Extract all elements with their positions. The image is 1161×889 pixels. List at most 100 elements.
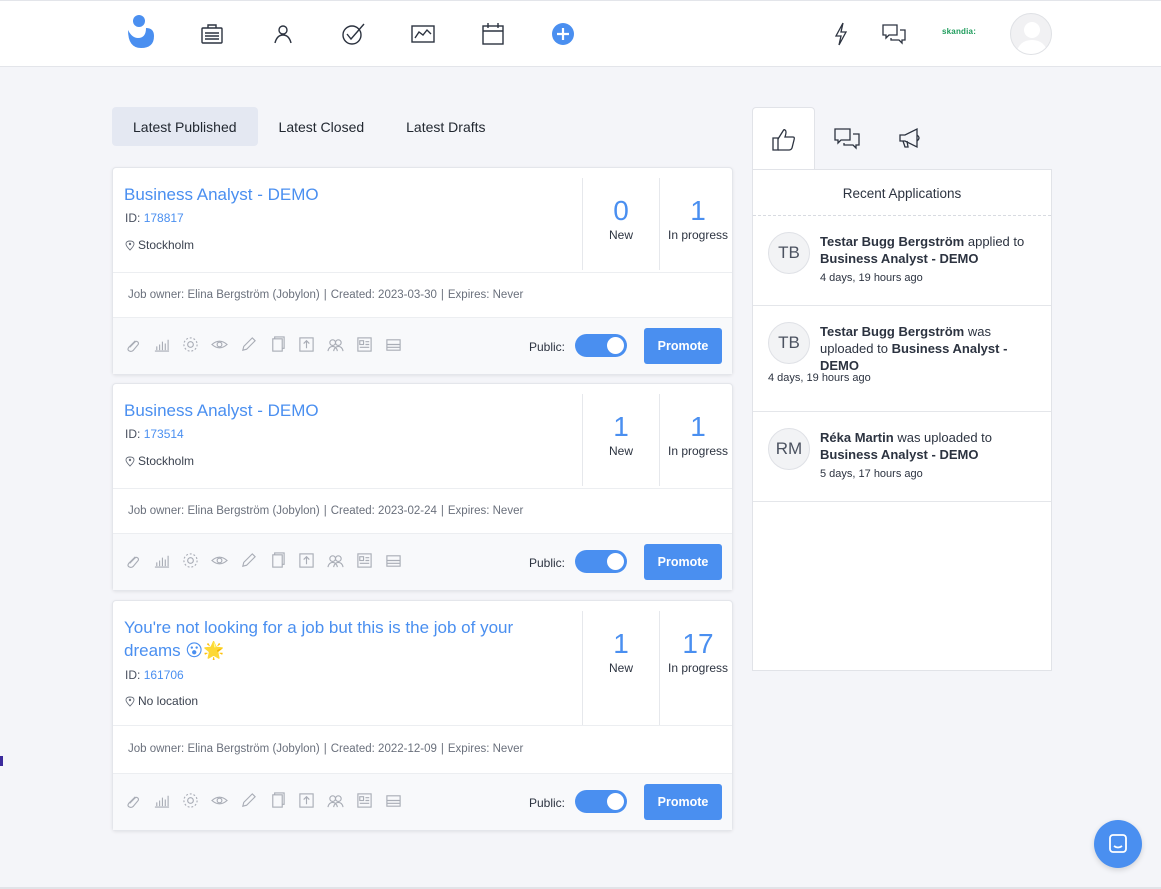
settings-icon[interactable] <box>181 551 199 569</box>
plus-circle-icon[interactable] <box>548 19 578 49</box>
application-item[interactable]: RM Réka Martin was uploaded to Business … <box>753 412 1051 502</box>
new-applicants-stat[interactable]: 1 New <box>582 394 659 486</box>
new-count: 1 <box>613 411 629 442</box>
paperclip-icon[interactable] <box>123 335 141 353</box>
document-icon[interactable] <box>355 335 373 353</box>
copy-icon[interactable] <box>268 335 286 353</box>
eye-icon[interactable] <box>210 551 228 569</box>
company-brand[interactable]: skandia: <box>942 27 976 36</box>
pencil-icon[interactable] <box>239 791 257 809</box>
copy-icon[interactable] <box>268 551 286 569</box>
job-location-text: No location <box>138 694 199 708</box>
thumbs-up-icon[interactable] <box>752 107 815 171</box>
eye-icon[interactable] <box>210 791 228 809</box>
job-title[interactable]: Business Analyst - DEMO <box>124 183 564 206</box>
settings-icon[interactable] <box>181 335 199 353</box>
document-icon[interactable] <box>355 791 373 809</box>
applicant-avatar[interactable]: TB <box>768 232 810 274</box>
job-card: Business Analyst - DEMO ID: 173514 Stock… <box>112 383 733 591</box>
application-time: 5 days, 17 hours ago <box>820 468 923 480</box>
tab-latest-drafts[interactable]: Latest Drafts <box>385 107 506 146</box>
logo-icon[interactable] <box>124 14 156 50</box>
users-icon[interactable] <box>326 791 344 809</box>
job-meta: Job owner: Elina Bergström (Jobylon) | Cre… <box>113 725 732 773</box>
job-id-value[interactable]: 178817 <box>144 211 184 225</box>
users-icon[interactable] <box>326 335 344 353</box>
inbox-icon[interactable] <box>384 551 402 569</box>
users-icon[interactable] <box>326 551 344 569</box>
profile-avatar[interactable] <box>1010 13 1052 55</box>
applicant-name[interactable]: Testar Bugg Bergström <box>820 234 964 249</box>
promote-button[interactable]: Promote <box>644 544 722 580</box>
applicant-avatar[interactable]: TB <box>768 322 810 364</box>
tab-latest-closed[interactable]: Latest Closed <box>258 107 386 146</box>
application-item[interactable]: TB Testar Bugg Bergström was uploaded to… <box>753 306 1051 412</box>
public-label: Public: <box>529 796 566 810</box>
applicant-name[interactable]: Réka Martin <box>820 430 894 445</box>
tab-latest-published[interactable]: Latest Published <box>112 107 258 146</box>
inbox-icon[interactable] <box>384 791 402 809</box>
in-progress-stat[interactable]: 1 In progress <box>659 394 736 486</box>
in-progress-count: 1 <box>690 411 706 442</box>
application-text: Réka Martin was uploaded to Business Ana… <box>820 429 1038 463</box>
public-toggle[interactable] <box>575 790 627 813</box>
job-title[interactable]: You're not looking for a job but this is… <box>124 616 564 662</box>
application-job[interactable]: Business Analyst - DEMO <box>820 251 978 266</box>
job-actions: Public: Promote <box>113 773 732 830</box>
public-toggle[interactable] <box>575 550 627 573</box>
job-location: Stockholm <box>125 238 194 252</box>
copy-icon[interactable] <box>268 791 286 809</box>
job-id: ID: 173514 <box>125 427 184 441</box>
check-icon[interactable] <box>338 19 368 49</box>
job-created: Created: 2023-03-30 <box>330 289 437 301</box>
new-label: New <box>608 228 633 242</box>
bar-chart-icon[interactable] <box>152 791 170 809</box>
pencil-icon[interactable] <box>239 335 257 353</box>
upload-icon[interactable] <box>297 551 315 569</box>
job-card: You're not looking for a job but this is… <box>112 600 733 831</box>
calendar-icon[interactable] <box>478 19 508 49</box>
edge-marker <box>0 756 3 766</box>
chat-icon[interactable] <box>815 107 878 170</box>
applicant-name[interactable]: Testar Bugg Bergström <box>820 324 964 339</box>
settings-icon[interactable] <box>181 791 199 809</box>
new-applicants-stat[interactable]: 0 New <box>582 178 659 270</box>
bar-chart-icon[interactable] <box>152 551 170 569</box>
document-icon[interactable] <box>355 551 373 569</box>
user-icon[interactable] <box>268 19 298 49</box>
job-id-value[interactable]: 161706 <box>144 668 184 682</box>
upload-icon[interactable] <box>297 335 315 353</box>
application-time: 4 days, 19 hours ago <box>820 272 923 284</box>
job-actions: Public: Promote <box>113 317 732 374</box>
job-card-header: Business Analyst - DEMO ID: 173514 Stock… <box>113 384 732 488</box>
bar-chart-icon[interactable] <box>152 335 170 353</box>
chat-icon[interactable] <box>879 19 909 49</box>
in-progress-count: 17 <box>682 628 714 659</box>
job-expires: Expires: Never <box>447 289 524 301</box>
bolt-icon[interactable] <box>826 19 856 49</box>
in-progress-stat[interactable]: 17 In progress <box>659 611 736 725</box>
upload-icon[interactable] <box>297 791 315 809</box>
job-id-label: ID: <box>125 211 141 225</box>
pencil-icon[interactable] <box>239 551 257 569</box>
job-title[interactable]: Business Analyst - DEMO <box>124 399 564 422</box>
paperclip-icon[interactable] <box>123 791 141 809</box>
public-label: Public: <box>529 340 566 354</box>
support-chat-button[interactable] <box>1094 820 1142 868</box>
inbox-icon[interactable] <box>384 335 402 353</box>
promote-button[interactable]: Promote <box>644 328 722 364</box>
job-id-value[interactable]: 173514 <box>144 427 184 441</box>
megaphone-icon[interactable] <box>878 107 941 170</box>
chart-icon[interactable] <box>408 19 438 49</box>
new-applicants-stat[interactable]: 1 New <box>582 611 659 725</box>
promote-button[interactable]: Promote <box>644 784 722 820</box>
application-item[interactable]: TB Testar Bugg Bergström applied to Busi… <box>753 216 1051 306</box>
briefcase-icon[interactable] <box>197 19 227 49</box>
in-progress-stat[interactable]: 1 In progress <box>659 178 736 270</box>
applicant-avatar[interactable]: RM <box>768 428 810 470</box>
public-toggle[interactable] <box>575 334 627 357</box>
application-job[interactable]: Business Analyst - DEMO <box>820 447 978 462</box>
paperclip-icon[interactable] <box>123 551 141 569</box>
eye-icon[interactable] <box>210 335 228 353</box>
job-location: No location <box>125 694 198 708</box>
